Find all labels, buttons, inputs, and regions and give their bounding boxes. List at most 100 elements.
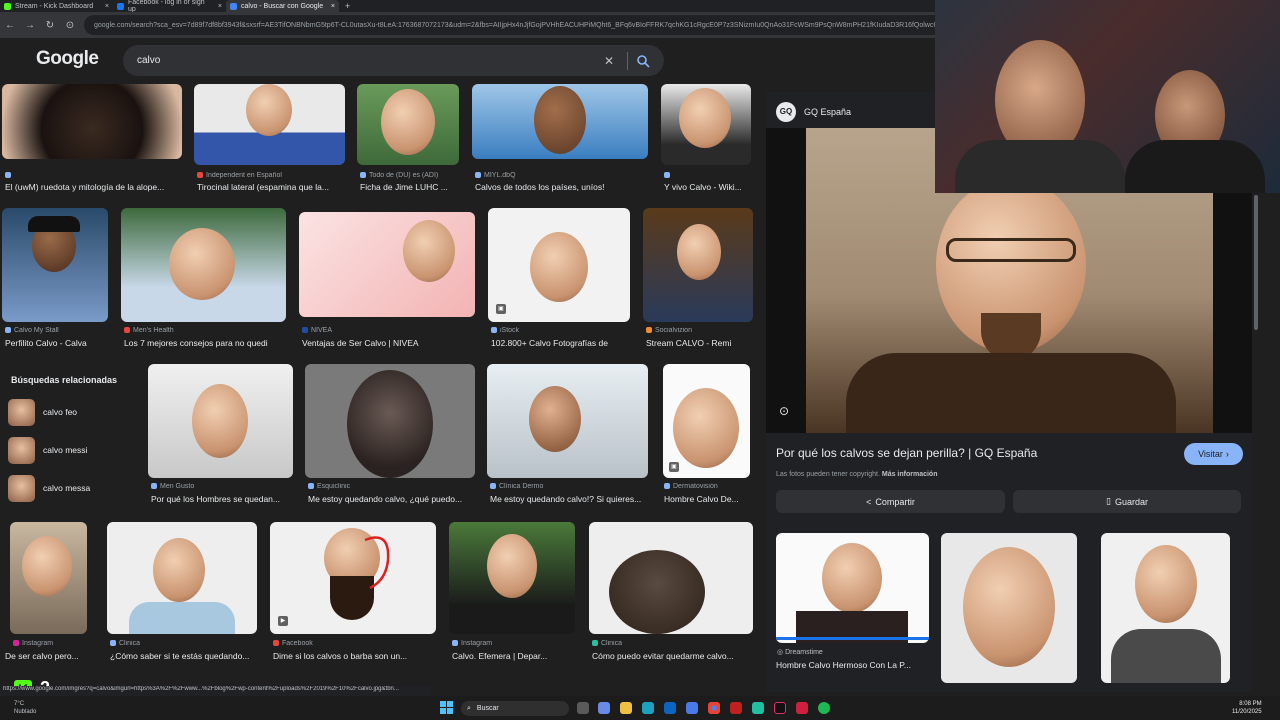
more-info-link[interactable]: Más información — [882, 471, 938, 478]
panel-title[interactable]: Por qué los calvos se dejan perilla? | G… — [776, 446, 1037, 460]
thumbnail — [8, 474, 35, 502]
tab-facebook[interactable]: Facebook - log in or sign up × — [113, 0, 226, 13]
result-title[interactable]: De ser calvo pero... — [5, 651, 89, 661]
guest-body — [1125, 140, 1265, 193]
app-icon[interactable] — [730, 702, 742, 714]
result-title[interactable]: Perfilito Calvo - Calva — [5, 338, 109, 348]
app-icon[interactable] — [796, 702, 808, 714]
clear-icon[interactable]: ✕ — [599, 54, 619, 68]
image-result[interactable] — [107, 522, 257, 634]
image-result[interactable] — [589, 522, 753, 634]
result-title[interactable]: Calvo. Efemera | Depar... — [452, 651, 576, 661]
thumbnail — [8, 398, 35, 426]
result-title[interactable]: El (uwM) ruedota y mitología de la alope… — [5, 182, 180, 192]
related-search-item[interactable]: calvo feo — [8, 395, 133, 429]
result-title[interactable]: Y vivo Calvo - Wiki... — [664, 182, 752, 192]
google-logo[interactable]: Google — [36, 48, 99, 70]
edge-icon[interactable] — [642, 702, 654, 714]
share-icon: < — [866, 496, 872, 507]
image-result[interactable] — [194, 84, 345, 165]
image-result[interactable] — [661, 84, 751, 165]
image-result[interactable] — [121, 208, 286, 322]
store-icon[interactable] — [686, 702, 698, 714]
close-icon[interactable]: × — [331, 3, 335, 10]
image-result[interactable] — [357, 84, 459, 165]
taskbar-search[interactable]: ⌕ Buscar — [461, 701, 569, 716]
visit-button[interactable]: Visitar › — [1184, 443, 1243, 465]
search-box[interactable]: calvo ✕ — [123, 45, 664, 76]
result-source: Men Gusto — [151, 483, 294, 490]
image-result[interactable]: ▣ — [663, 364, 750, 478]
copilot-icon[interactable] — [598, 702, 610, 714]
tab-kick[interactable]: Stream - Kick Dashboard × — [0, 0, 113, 12]
result-title[interactable]: Me estoy quedando calvo!? Si quieres... — [490, 494, 649, 504]
result-source: Calvo My Stall — [5, 327, 109, 334]
spotify-icon[interactable] — [818, 702, 830, 714]
image-result[interactable] — [487, 364, 648, 478]
image-result[interactable] — [472, 84, 648, 159]
video-icon: ▣ — [669, 462, 679, 472]
result-title[interactable]: 102.800+ Calvo Fotografías de — [491, 338, 631, 348]
image-result[interactable] — [10, 522, 87, 634]
image-result[interactable] — [305, 364, 475, 478]
reload-icon[interactable]: ↻ — [44, 20, 56, 31]
image-result[interactable]: ▶ — [270, 522, 436, 634]
result-title[interactable]: Cómo puedo evitar quedarme calvo... — [592, 651, 754, 661]
forward-icon[interactable]: → — [24, 20, 36, 31]
result-source: Socialvizion — [646, 327, 754, 334]
site-icon — [151, 483, 157, 490]
tiktok-icon[interactable] — [774, 702, 786, 714]
file-explorer-icon[interactable] — [620, 702, 632, 714]
result-title[interactable]: Por qué los Hombres se quedan... — [151, 494, 294, 504]
related-title[interactable]: Hombre Calvo Hermoso Con La P... — [776, 660, 911, 670]
new-tab-button[interactable]: + — [339, 1, 356, 11]
outlook-icon[interactable] — [664, 702, 676, 714]
arrow-annotation — [364, 536, 390, 590]
image-result[interactable] — [2, 84, 182, 159]
related-search-item[interactable]: calvo messi — [8, 433, 133, 467]
site-icon — [273, 640, 279, 647]
save-button[interactable]: ▯ Guardar — [1013, 490, 1241, 513]
task-view-icon[interactable] — [577, 702, 589, 714]
result-title[interactable]: Ficha de Jime LUHC ... — [360, 182, 460, 192]
close-icon[interactable]: × — [218, 3, 222, 10]
result-title[interactable]: Los 7 mejores consejos para no quedi — [124, 338, 286, 348]
streamer-body — [955, 140, 1125, 193]
result-title[interactable]: Ventajas de Ser Calvo | NIVEA — [302, 338, 476, 348]
result-title[interactable]: ¿Cómo saber si te estás quedando... — [110, 651, 258, 661]
image-result[interactable]: ▣ — [488, 208, 630, 322]
scrollbar[interactable] — [1254, 195, 1258, 330]
result-title[interactable]: Dime si los calvos o barba son un... — [273, 651, 437, 661]
related-image[interactable] — [1101, 533, 1230, 683]
related-image[interactable] — [776, 533, 929, 643]
share-button[interactable]: < Compartir — [776, 490, 1005, 513]
related-image[interactable] — [941, 533, 1077, 683]
site-icon — [491, 327, 497, 334]
image-result[interactable] — [148, 364, 293, 478]
result-title[interactable]: Tirocinal lateral (espamina que la... — [197, 182, 342, 192]
result-title[interactable]: Hombre Calvo De... — [664, 494, 752, 504]
related-search-item[interactable]: calvo messa — [8, 471, 133, 505]
site-info-icon[interactable]: ⊙ — [64, 20, 76, 31]
image-result[interactable] — [643, 208, 753, 322]
result-title[interactable]: Calvos de todos los países, uníos! — [475, 182, 645, 192]
chrome-icon[interactable] — [708, 702, 720, 714]
weather-widget[interactable]: 7°C Nublado — [14, 700, 36, 716]
search-input[interactable]: calvo — [137, 55, 599, 66]
lens-icon[interactable]: ⊙ — [779, 404, 795, 420]
site-icon — [124, 327, 130, 334]
back-icon[interactable]: ← — [4, 20, 16, 31]
tab-google[interactable]: calvo - Buscar con Google × — [226, 0, 339, 12]
search-icon[interactable] — [636, 54, 650, 68]
windows-start-icon[interactable] — [440, 701, 453, 714]
result-title[interactable]: Stream CALVO - Remi — [646, 338, 754, 348]
site-icon — [302, 327, 308, 334]
close-icon[interactable]: × — [105, 3, 109, 10]
result-title[interactable]: Me estoy quedando calvo, ¿qué puedo... — [308, 494, 476, 504]
system-clock[interactable]: 8:08 PM 11/20/2025 — [1232, 700, 1262, 716]
image-result[interactable] — [449, 522, 575, 634]
panel-source[interactable]: GQ GQ España — [776, 102, 851, 122]
image-result[interactable] — [2, 208, 108, 322]
image-result[interactable] — [299, 212, 475, 317]
app-icon[interactable] — [752, 702, 764, 714]
